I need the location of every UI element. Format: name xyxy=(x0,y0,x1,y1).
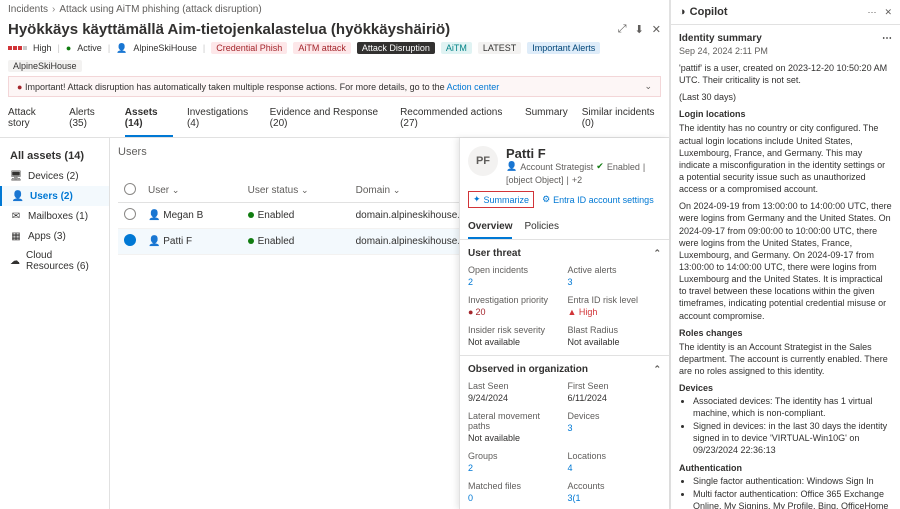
tag[interactable]: Important Alerts xyxy=(527,42,600,54)
apps-icon: ▦ xyxy=(10,230,22,242)
assets-title: All assets (14) xyxy=(0,146,109,166)
cloud-icon: ☁ xyxy=(10,255,20,267)
close-icon[interactable]: ✕ xyxy=(652,23,661,36)
card-more-icon[interactable]: ⋯ xyxy=(882,33,892,44)
tab-similar[interactable]: Similar incidents (0) xyxy=(582,101,661,137)
row-checkbox[interactable] xyxy=(124,208,136,220)
tab-alerts[interactable]: Alerts (35) xyxy=(69,101,111,137)
download-icon[interactable]: ⬇ xyxy=(635,23,644,36)
flyout-tab-overview[interactable]: Overview xyxy=(468,216,512,239)
breadcrumb-current: Attack using AiTM phishing (attack disru… xyxy=(59,4,261,15)
collapse-icon[interactable]: ⤢ xyxy=(618,23,627,36)
col-status[interactable]: User status ⌄ xyxy=(242,179,350,203)
select-all-checkbox[interactable] xyxy=(124,183,136,195)
action-center-link[interactable]: Action center xyxy=(447,82,500,92)
tab-recommended[interactable]: Recommended actions (27) xyxy=(400,101,511,137)
summarize-button[interactable]: ✦Summarize xyxy=(468,191,534,208)
col-user[interactable]: User ⌄ xyxy=(142,179,242,203)
sidebar-item-mailboxes[interactable]: ✉Mailboxes (1) xyxy=(0,206,109,226)
sidebar-item-devices[interactable]: 🖥Devices (2) xyxy=(0,166,109,186)
incident-tabs: Attack story Alerts (35) Assets (14) Inv… xyxy=(0,101,669,138)
more-icon[interactable]: ⋯ xyxy=(867,7,876,18)
banner-chevron-icon[interactable]: ⌄ xyxy=(644,81,652,92)
device-icon: 🖥 xyxy=(10,170,22,182)
row-checkbox[interactable] xyxy=(124,234,136,246)
avatar: PF xyxy=(468,146,498,176)
summary-date: Sep 24, 2024 2:11 PM xyxy=(679,46,892,56)
user-icon: 👤 xyxy=(12,190,24,202)
entra-settings-button[interactable]: ⚙Entra ID account settings xyxy=(542,191,654,208)
incident-meta: High | ● Active | 👤AlpineSkiHouse | Cred… xyxy=(0,40,669,76)
severity: High xyxy=(33,43,52,53)
mailbox-icon: ✉ xyxy=(10,210,22,222)
tab-evidence[interactable]: Evidence and Response (20) xyxy=(270,101,386,137)
tag[interactable]: LATEST xyxy=(478,42,521,54)
tag[interactable]: AlpineSkiHouse xyxy=(8,60,82,72)
breadcrumb-root[interactable]: Incidents xyxy=(8,4,48,15)
entra-risk: ▲ High xyxy=(568,307,662,317)
copilot-close-icon[interactable]: ✕ xyxy=(884,7,892,18)
tab-assets[interactable]: Assets (14) xyxy=(125,101,173,137)
disruption-banner: ● Important! Attack disruption has autom… xyxy=(8,76,661,97)
section-observed[interactable]: Observed in organization⌃ xyxy=(468,364,661,375)
gear-icon: ⚙ xyxy=(542,194,550,205)
tab-summary[interactable]: Summary xyxy=(525,101,568,137)
breadcrumb: Incidents › Attack using AiTM phishing (… xyxy=(0,0,669,19)
page-title: Hyökkäys käyttämällä Aim-tietojenkalaste… xyxy=(8,21,450,38)
status: Active xyxy=(77,43,102,53)
owner: AlpineSkiHouse xyxy=(133,43,197,53)
sidebar-item-apps[interactable]: ▦Apps (3) xyxy=(0,226,109,246)
investigation-priority: ● 20 xyxy=(468,307,562,317)
tag[interactable]: Credential Phish xyxy=(211,42,287,54)
tag[interactable]: AiTM xyxy=(441,42,472,54)
section-user-threat[interactable]: User threat⌃ xyxy=(468,248,661,259)
flyout-name: Patti F xyxy=(506,146,661,161)
tag[interactable]: AiTM attack xyxy=(293,42,351,54)
tab-investigations[interactable]: Investigations (4) xyxy=(187,101,256,137)
copilot-icon: ◑ xyxy=(679,6,686,18)
sidebar-item-cloud[interactable]: ☁Cloud Resources (6) xyxy=(0,246,109,276)
sidebar-item-users[interactable]: 👤Users (2) xyxy=(0,186,109,206)
flyout-tab-policies[interactable]: Policies xyxy=(524,216,558,239)
sparkle-icon: ✦ xyxy=(473,194,481,205)
summary-title: Identity summary xyxy=(679,33,762,44)
copilot-panel: ◑Copilot ⋯ ✕ Identity summary⋯ Sep 24, 2… xyxy=(670,0,900,509)
user-flyout: PF Patti F 👤Account Strategist ✔Enabled … xyxy=(459,138,669,509)
tag[interactable]: Attack Disruption xyxy=(357,42,435,54)
tab-attack-story[interactable]: Attack story xyxy=(8,101,55,137)
